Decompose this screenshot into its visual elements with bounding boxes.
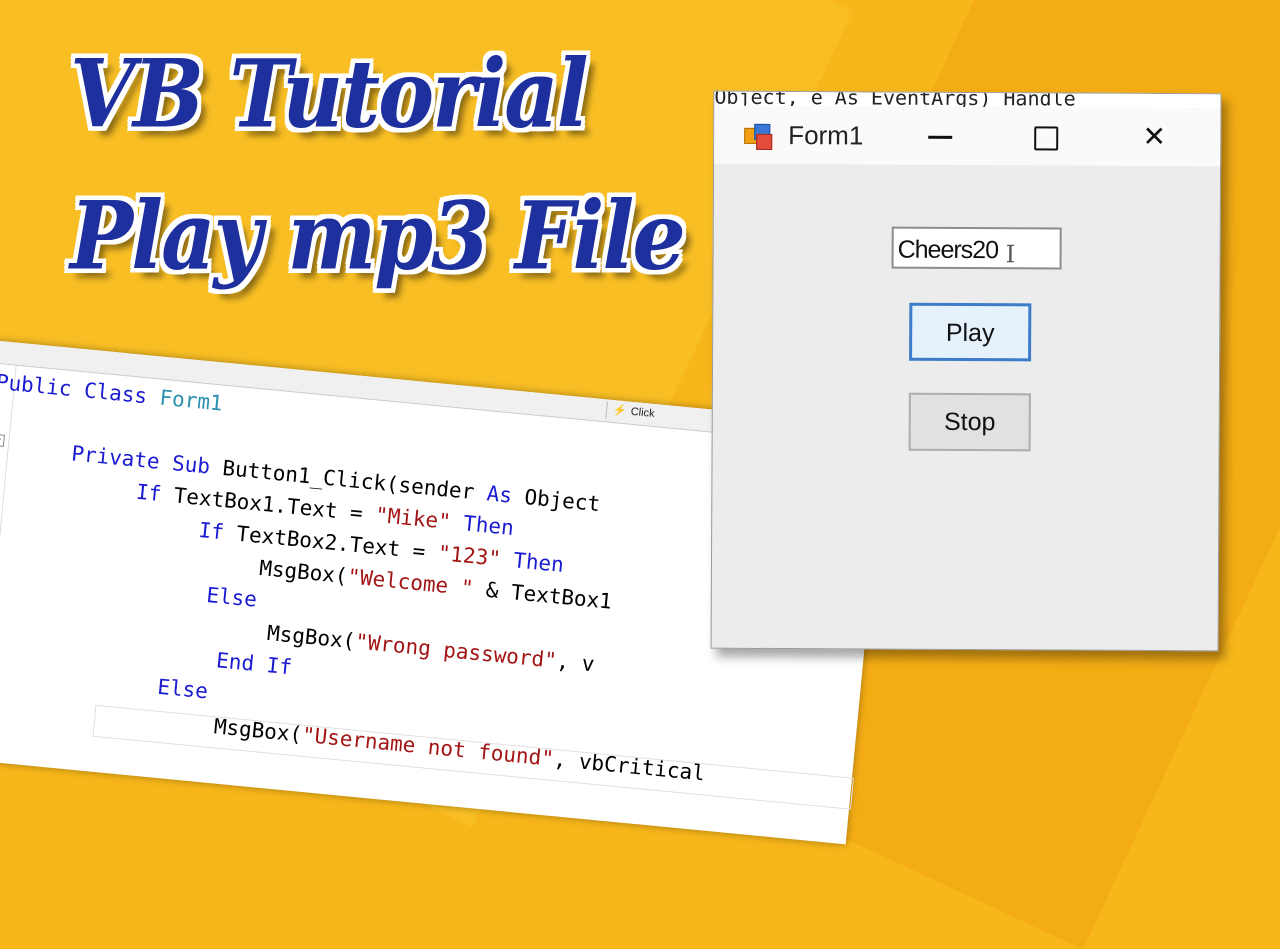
code-line: Else: [156, 675, 209, 704]
minimize-icon: [928, 135, 953, 140]
code-token: "123": [436, 540, 502, 571]
code-line: MsgBox("Wrong password", v: [266, 621, 596, 676]
close-icon: ✕: [1142, 120, 1167, 153]
code-token: If: [197, 517, 238, 546]
code-token: If: [134, 479, 176, 508]
tutorial-title: VB Tutorial: [70, 38, 589, 149]
code-token: Else: [156, 674, 210, 704]
code-token: As: [485, 481, 526, 509]
code-token: "Wrong password": [354, 629, 558, 673]
code-token: Else: [205, 582, 259, 612]
collapse-icon[interactable]: −: [0, 433, 5, 447]
stop-button[interactable]: Stop: [908, 392, 1031, 452]
minimize-button[interactable]: [890, 107, 990, 166]
code-token: Form1: [158, 385, 224, 416]
code-token: & TextBox1: [472, 576, 613, 614]
form1-window: Object, e As EventArgs) Handle Form1 ✕ C…: [710, 90, 1222, 652]
window-title: Form1: [788, 120, 864, 151]
lightning-icon: ⚡: [612, 404, 628, 418]
window-titlebar[interactable]: Form1 ✕: [714, 105, 1221, 167]
maximize-button[interactable]: [996, 107, 1096, 166]
code-token: "Mike": [374, 502, 452, 534]
editor-gutter: −: [0, 362, 17, 762]
event-dropdown-label: Click: [630, 405, 656, 421]
tutorial-subtitle: Play mp3 File: [70, 180, 686, 291]
code-token: Object: [523, 485, 602, 517]
code-token: "Welcome ": [346, 564, 475, 601]
code-token: MsgBox(: [258, 555, 349, 589]
textbox-value: Cheers20: [897, 235, 999, 265]
text-cursor-icon: I: [1005, 240, 1015, 269]
app-icon: [742, 122, 774, 150]
code-token: Then: [499, 547, 565, 577]
code-token: End If: [215, 648, 294, 680]
close-button[interactable]: ✕: [1104, 108, 1204, 167]
code-token: Then: [449, 510, 515, 541]
code-token: Private Sub: [70, 441, 224, 480]
code-line: End If: [215, 648, 293, 679]
code-line: Else: [205, 583, 258, 612]
code-token: MsgBox(: [266, 620, 357, 654]
code-token: , v: [555, 648, 596, 677]
textbox1[interactable]: Cheers20 I: [891, 226, 1062, 270]
maximize-icon: [1034, 125, 1059, 151]
play-button[interactable]: Play: [909, 302, 1032, 362]
